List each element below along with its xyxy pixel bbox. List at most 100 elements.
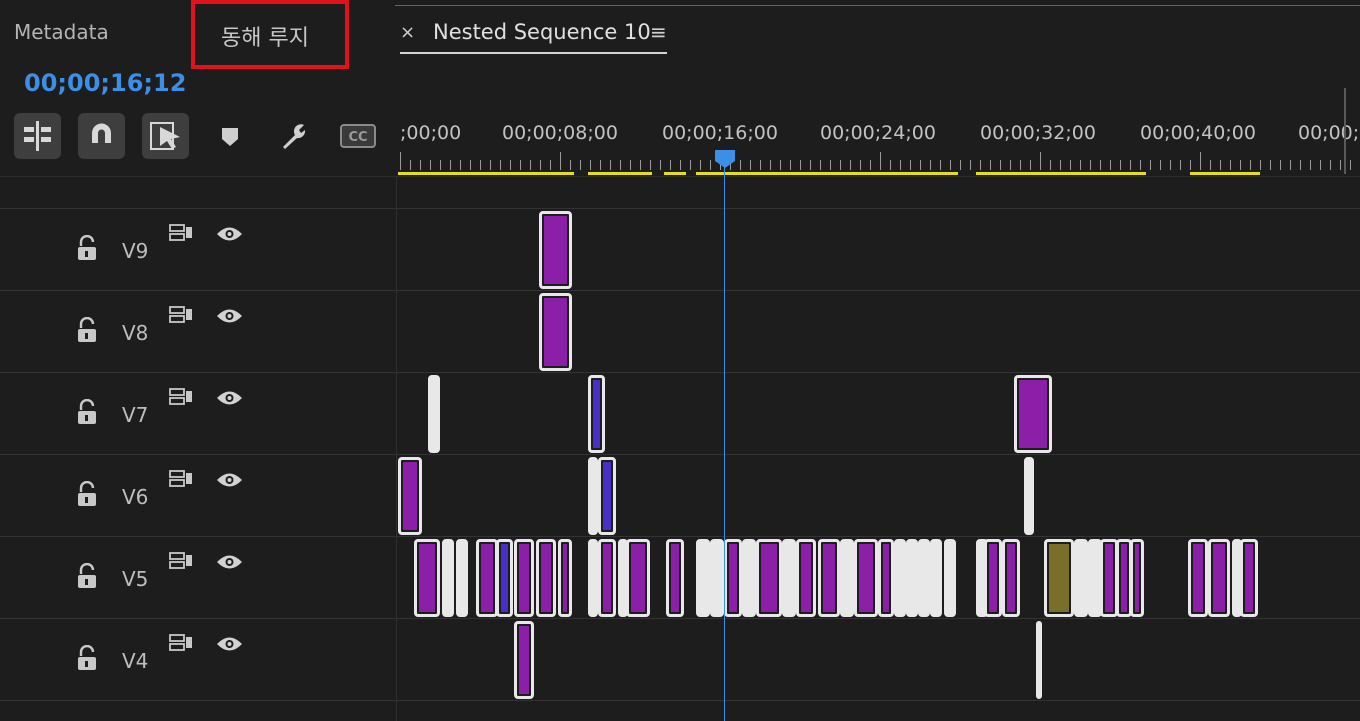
timeline-clip[interactable]	[442, 539, 454, 617]
timeline-clip[interactable]	[536, 539, 556, 617]
timeline-clip[interactable]	[918, 539, 930, 617]
timeline-clip[interactable]	[456, 539, 468, 617]
ruler-tick	[1200, 152, 1201, 170]
timeline-clip[interactable]	[588, 375, 605, 453]
eye-icon[interactable]	[216, 307, 243, 325]
eye-icon[interactable]	[216, 389, 243, 407]
timeline-clip[interactable]	[598, 457, 616, 535]
lock-open-icon[interactable]	[76, 481, 98, 507]
insert-nest-button[interactable]	[14, 113, 61, 159]
timeline-clip[interactable]	[710, 539, 724, 617]
timeline-clip[interactable]	[1188, 539, 1208, 617]
timeline-clip[interactable]	[558, 539, 572, 617]
timeline-clip[interactable]	[1240, 539, 1258, 617]
timeline-clip[interactable]	[1036, 621, 1042, 699]
active-tab-underline	[400, 52, 667, 54]
tab-korean-highlighted[interactable]: 동해 루지	[191, 0, 349, 69]
track-header-v4[interactable]: V4	[0, 619, 396, 700]
ruler-tick	[1330, 160, 1331, 170]
captions-icon[interactable]: CC	[340, 124, 376, 148]
timeline-clip[interactable]	[1130, 539, 1144, 617]
lock-open-icon[interactable]	[76, 645, 98, 671]
lock-open-icon[interactable]	[76, 235, 98, 261]
work-area-bar	[664, 172, 686, 175]
eye-icon[interactable]	[216, 635, 243, 653]
timeline-clip[interactable]	[626, 539, 650, 617]
tab-metadata[interactable]: Metadata	[14, 20, 109, 44]
timeline-clip[interactable]	[398, 457, 422, 535]
timeline-clip[interactable]	[1208, 539, 1230, 617]
timeline-clip[interactable]	[588, 457, 598, 535]
sync-lock-icon[interactable]	[168, 551, 194, 571]
timeline-clip[interactable]	[984, 539, 1002, 617]
timeline-clip[interactable]	[944, 539, 956, 617]
timeline-clip[interactable]	[514, 539, 534, 617]
sync-lock-icon[interactable]	[168, 305, 194, 325]
timeline-clip[interactable]	[588, 539, 598, 617]
playhead-timecode[interactable]: 00;00;16;12	[24, 69, 186, 97]
playhead-handle[interactable]	[714, 149, 736, 169]
close-tab-icon[interactable]: ×	[400, 22, 415, 43]
timeline-clip[interactable]	[782, 539, 796, 617]
captions-label: CC	[348, 130, 367, 145]
timeline-clip[interactable]	[796, 539, 816, 617]
ruler-tick	[1230, 160, 1231, 170]
timeline-clip[interactable]	[539, 211, 572, 289]
timeline-clip[interactable]	[854, 539, 878, 617]
ruler-label: ;00;00	[400, 122, 462, 144]
sync-lock-icon[interactable]	[168, 633, 194, 653]
track-header-v6[interactable]: V6	[0, 455, 396, 536]
timeline-clip[interactable]	[539, 293, 572, 371]
timeline-clip[interactable]	[496, 539, 513, 617]
timeline-clip[interactable]	[742, 539, 756, 617]
sync-lock-icon[interactable]	[168, 223, 194, 243]
timeline-clip[interactable]	[414, 539, 440, 617]
track-header-v9[interactable]: V9	[0, 209, 396, 290]
tab-nested-sequence[interactable]: × Nested Sequence 10 ≡	[400, 18, 668, 54]
snap-button[interactable]	[78, 113, 125, 159]
ruler-label: 00;00;08;00	[502, 122, 618, 144]
panel-menu-icon[interactable]: ≡	[650, 20, 667, 44]
ruler-tick	[490, 160, 491, 170]
settings-wrench-icon[interactable]	[278, 120, 310, 152]
timeline-clip[interactable]	[476, 539, 498, 617]
timeline-clip[interactable]	[1014, 375, 1052, 453]
linked-selection-button[interactable]	[142, 113, 189, 159]
timeline-clip[interactable]	[666, 539, 684, 617]
timeline-clip[interactable]	[696, 539, 710, 617]
ruler-tick	[1150, 160, 1151, 170]
timeline-clip[interactable]	[818, 539, 840, 617]
timeline-clip[interactable]	[1074, 539, 1088, 617]
time-ruler[interactable]: ;00;00 00;00;08;00 00;00;16;00 00;00;24;00 0…	[398, 118, 1360, 178]
sync-lock-icon[interactable]	[168, 387, 194, 407]
timeline-clip[interactable]	[878, 539, 894, 617]
eye-icon[interactable]	[216, 553, 243, 571]
track-header-v8[interactable]: V8	[0, 291, 396, 372]
add-marker-icon[interactable]	[220, 126, 240, 148]
sync-lock-icon[interactable]	[168, 469, 194, 489]
ruler-tick	[690, 160, 691, 170]
lock-open-icon[interactable]	[76, 563, 98, 589]
timeline-clip[interactable]	[1044, 539, 1074, 617]
ruler-tick	[960, 160, 961, 170]
ruler-tick	[750, 160, 751, 170]
lock-open-icon[interactable]	[76, 317, 98, 343]
timeline-clip[interactable]	[930, 539, 942, 617]
timeline-clip[interactable]	[724, 539, 742, 617]
timeline-clip[interactable]	[1002, 539, 1020, 617]
timeline-clip[interactable]	[1024, 457, 1034, 535]
timeline-clip[interactable]	[906, 539, 918, 617]
track-header-v5[interactable]: V5	[0, 537, 396, 618]
timeline-clip[interactable]	[840, 539, 854, 617]
ruler-tick	[820, 160, 821, 170]
snap-magnet-icon	[92, 123, 111, 143]
eye-icon[interactable]	[216, 225, 243, 243]
timeline-clip[interactable]	[514, 621, 534, 699]
track-header-v7[interactable]: V7	[0, 373, 396, 454]
lock-open-icon[interactable]	[76, 399, 98, 425]
timeline-clip[interactable]	[756, 539, 782, 617]
timeline-clip[interactable]	[894, 539, 906, 617]
timeline-clip[interactable]	[598, 539, 616, 617]
timeline-clip[interactable]	[428, 375, 440, 453]
eye-icon[interactable]	[216, 471, 243, 489]
